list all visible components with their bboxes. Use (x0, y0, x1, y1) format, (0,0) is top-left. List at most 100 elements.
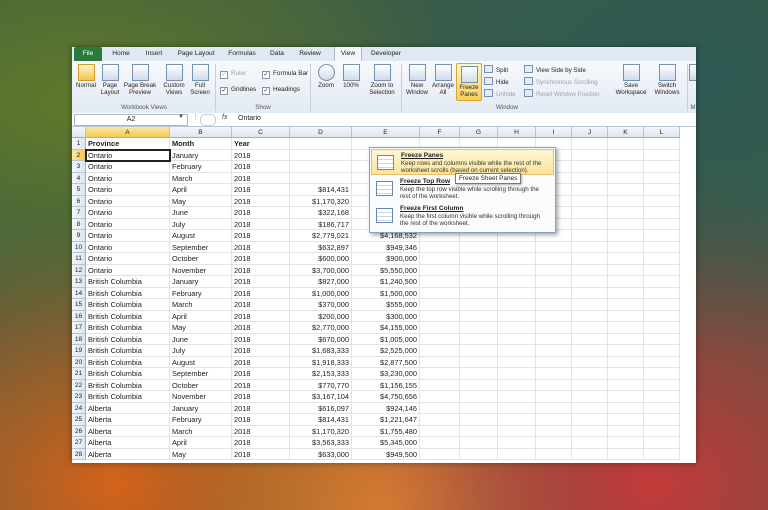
ruler-checkbox[interactable]: ✓ Ruler (220, 69, 246, 79)
table-cell[interactable]: $632,897 (290, 241, 352, 253)
table-cell[interactable]: $949,346 (352, 241, 420, 253)
table-cell[interactable] (572, 333, 608, 345)
table-cell[interactable] (460, 310, 498, 322)
table-cell[interactable]: $1,170,320 (290, 195, 352, 207)
table-cell[interactable] (498, 276, 536, 288)
table-cell[interactable]: British Columbia (86, 322, 170, 334)
table-cell[interactable] (608, 230, 644, 242)
table-cell[interactable] (644, 414, 680, 426)
table-cell[interactable] (572, 230, 608, 242)
table-cell[interactable]: $5,550,000 (352, 264, 420, 276)
table-cell[interactable] (460, 414, 498, 426)
row-header[interactable]: 17 (72, 322, 86, 334)
header-cell[interactable] (290, 138, 352, 150)
table-cell[interactable]: August (170, 356, 232, 368)
row-header[interactable]: 23 (72, 391, 86, 403)
table-cell[interactable]: $814,431 (290, 414, 352, 426)
table-cell[interactable] (572, 184, 608, 196)
column-header-d[interactable]: D (290, 127, 352, 138)
new-window-button[interactable]: New Window (404, 64, 430, 96)
table-cell[interactable] (536, 402, 572, 414)
table-cell[interactable] (608, 207, 644, 219)
table-cell[interactable]: $555,000 (352, 299, 420, 311)
column-header-f[interactable]: F (420, 127, 460, 138)
table-cell[interactable] (536, 391, 572, 403)
table-cell[interactable]: October (170, 379, 232, 391)
table-cell[interactable] (572, 356, 608, 368)
table-cell[interactable]: 2018 (232, 184, 290, 196)
table-cell[interactable]: $3,700,000 (290, 264, 352, 276)
table-cell[interactable] (608, 161, 644, 173)
table-cell[interactable] (420, 345, 460, 357)
table-cell[interactable] (644, 333, 680, 345)
select-all-corner[interactable] (72, 127, 86, 138)
table-cell[interactable] (644, 391, 680, 403)
table-cell[interactable] (498, 310, 536, 322)
table-cell[interactable]: 2018 (232, 241, 290, 253)
table-cell[interactable] (420, 448, 460, 460)
table-cell[interactable]: $1,500,000 (352, 287, 420, 299)
table-cell[interactable] (572, 172, 608, 184)
table-cell[interactable]: May (170, 195, 232, 207)
table-cell[interactable] (536, 310, 572, 322)
table-cell[interactable] (460, 448, 498, 460)
table-cell[interactable]: $3,167,104 (290, 391, 352, 403)
table-cell[interactable]: British Columbia (86, 333, 170, 345)
table-cell[interactable] (644, 161, 680, 173)
table-cell[interactable]: $3,563,333 (290, 437, 352, 449)
table-cell[interactable]: January (170, 276, 232, 288)
table-cell[interactable] (608, 345, 644, 357)
table-cell[interactable] (460, 287, 498, 299)
table-cell[interactable]: May (170, 322, 232, 334)
table-cell[interactable]: September (170, 241, 232, 253)
table-cell[interactable]: Ontario (86, 253, 170, 265)
table-cell[interactable]: January (170, 149, 232, 161)
row-header[interactable]: 19 (72, 345, 86, 357)
table-cell[interactable] (290, 172, 352, 184)
tab-insert[interactable]: Insert (140, 47, 168, 61)
table-cell[interactable]: 2018 (232, 149, 290, 161)
table-cell[interactable] (644, 253, 680, 265)
table-cell[interactable] (644, 149, 680, 161)
table-cell[interactable]: $3,230,000 (352, 368, 420, 380)
name-box-dropdown-icon[interactable]: ▼ (178, 114, 184, 120)
tab-home[interactable]: Home (108, 47, 134, 61)
formula-toggle-icon[interactable] (200, 114, 216, 126)
table-cell[interactable]: 2018 (232, 172, 290, 184)
table-cell[interactable]: British Columbia (86, 276, 170, 288)
table-cell[interactable] (498, 414, 536, 426)
tab-data[interactable]: Data (266, 47, 288, 61)
row-header[interactable]: 12 (72, 264, 86, 276)
table-cell[interactable] (644, 218, 680, 230)
row-header[interactable]: 16 (72, 310, 86, 322)
table-cell[interactable] (572, 287, 608, 299)
column-header-a[interactable]: A (86, 127, 170, 138)
table-cell[interactable]: $2,770,000 (290, 322, 352, 334)
row-header[interactable]: 5 (72, 184, 86, 196)
table-cell[interactable] (644, 345, 680, 357)
table-cell[interactable] (608, 333, 644, 345)
zoom-button[interactable]: Zoom (315, 64, 337, 89)
table-cell[interactable] (572, 310, 608, 322)
table-cell[interactable]: 2018 (232, 161, 290, 173)
table-cell[interactable]: March (170, 299, 232, 311)
table-cell[interactable] (420, 241, 460, 253)
table-cell[interactable] (536, 425, 572, 437)
table-cell[interactable] (420, 310, 460, 322)
unhide-button[interactable]: Unhide (484, 89, 516, 99)
table-cell[interactable] (644, 368, 680, 380)
table-cell[interactable] (460, 368, 498, 380)
row-header[interactable]: 25 (72, 414, 86, 426)
table-cell[interactable] (608, 172, 644, 184)
table-cell[interactable] (498, 448, 536, 460)
table-cell[interactable] (572, 414, 608, 426)
table-cell[interactable] (536, 448, 572, 460)
table-cell[interactable] (536, 333, 572, 345)
table-cell[interactable] (498, 345, 536, 357)
column-header-k[interactable]: K (608, 127, 644, 138)
table-cell[interactable] (498, 241, 536, 253)
row-header[interactable]: 3 (72, 161, 86, 173)
table-cell[interactable]: February (170, 287, 232, 299)
table-cell[interactable] (420, 402, 460, 414)
table-cell[interactable] (644, 172, 680, 184)
